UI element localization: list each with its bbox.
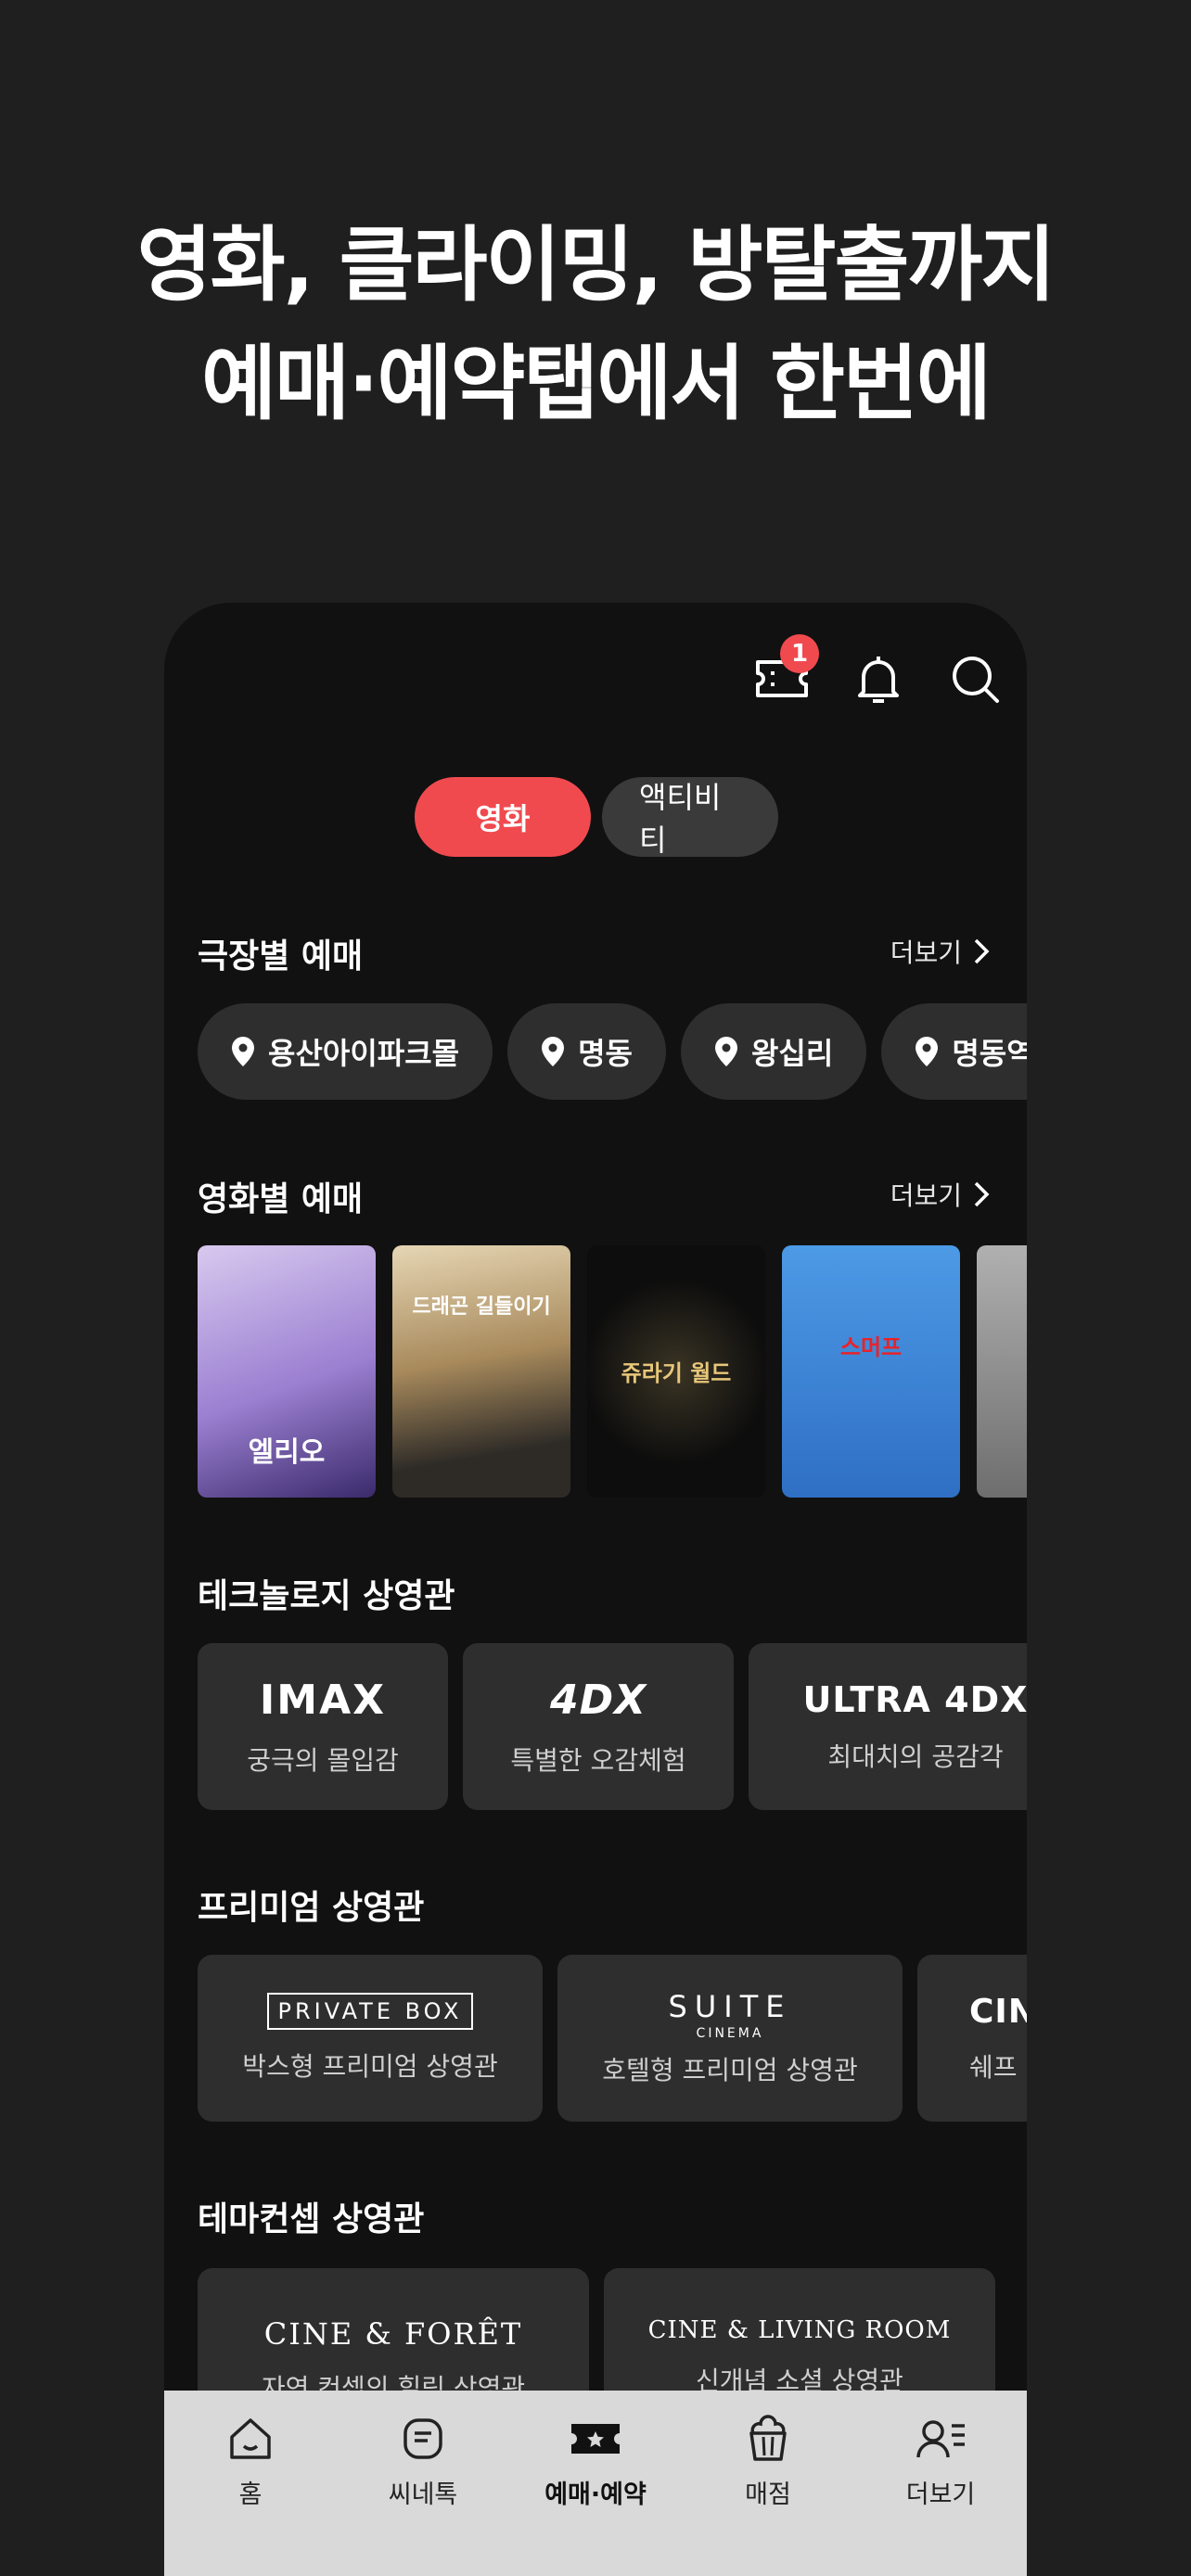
cine-living-room-logo: CINE & LIVING ROOM: [647, 2316, 952, 2344]
suite-logo-sub: CINEMA: [696, 2026, 764, 2041]
poster-title: 쥬라기 월드: [621, 1360, 732, 1386]
movie-poster[interactable]: 엘리오: [198, 1245, 376, 1498]
bottom-tab-bar: 홈 씨네톡 예매·예약 매점 더보기: [164, 2391, 1027, 2576]
tech-cards: IMAX 궁극의 몰입감 4DX 특별한 오감체험 ULTRA 4DX 최대치의…: [198, 1643, 1027, 1810]
poster-title: 드래곤 길들이기: [412, 1295, 551, 1319]
user-menu-icon: [916, 2420, 965, 2458]
theater-chip-label: 왕십리: [750, 1036, 834, 1071]
popcorn-icon: [749, 2415, 787, 2461]
theater-chip-label: 명동역 씨네라이브러리: [952, 1036, 1027, 1071]
chevron-right-icon: [974, 938, 990, 964]
tab-store[interactable]: 매점: [682, 2391, 854, 2576]
theater-chips: 용산아이파크몰 명동 왕십리 명동역 씨네라이브러리: [198, 1003, 1027, 1100]
top-icon-bar: 1: [752, 634, 1005, 708]
movie-poster[interactable]: 쥬라기 월드: [587, 1245, 765, 1498]
segment-activity[interactable]: 액티비티: [602, 777, 778, 858]
ultra-4dx-logo: ULTRA 4DX: [802, 1679, 1027, 1720]
tech-card-4dx[interactable]: 4DX 특별한 오감체험: [463, 1643, 734, 1810]
theater-more-label: 더보기: [890, 937, 962, 968]
theater-chip[interactable]: 명동역 씨네라이브러리: [881, 1003, 1027, 1100]
movie-more-label: 더보기: [890, 1180, 962, 1211]
premium-card-partial[interactable]: CIN 쉐프: [917, 1955, 1027, 2122]
location-pin-icon: [542, 1037, 565, 1066]
movie-section-title: 영화별 예매: [198, 1180, 364, 1218]
premium-card-sub: 호텔형 프리미엄 상영관: [602, 2055, 858, 2085]
premium-card-private-box[interactable]: PRIVATE BOX 박스형 프리미엄 상영관: [198, 1955, 543, 2122]
location-pin-icon: [714, 1037, 737, 1066]
search-button[interactable]: [945, 649, 1005, 708]
tab-booking-label: 예매·예약: [544, 2480, 647, 2509]
cine-foret-logo: CINE & FORÊT: [263, 2316, 523, 2352]
tech-card-sub: 최대치의 공감각: [827, 1741, 1004, 1772]
category-segment: 영화 액티비티: [415, 777, 778, 858]
tech-card-sub: 궁극의 몰입감: [247, 1744, 399, 1776]
segment-movie[interactable]: 영화: [415, 777, 591, 857]
chevron-right-icon: [974, 1181, 990, 1207]
tech-card-imax[interactable]: IMAX 궁극의 몰입감: [198, 1643, 448, 1810]
premium-section-title: 프리미엄 상영관: [198, 1889, 425, 1927]
tech-card-sub: 특별한 오감체험: [510, 1744, 686, 1776]
poster-title: 스머프: [839, 1334, 903, 1360]
tab-cinetalk[interactable]: 씨네톡: [337, 2391, 509, 2576]
theater-chip[interactable]: 왕십리: [680, 1003, 867, 1100]
location-pin-icon: [232, 1037, 254, 1066]
tab-home-label: 홈: [238, 2480, 263, 2509]
movie-poster[interactable]: [977, 1245, 1027, 1498]
premium-card-suite[interactable]: SUITE CINEMA 호텔형 프리미엄 상영관: [557, 1955, 903, 2122]
theater-more-link[interactable]: 더보기: [890, 933, 990, 970]
cine-logo: CIN: [969, 1992, 1027, 2031]
premium-card-sub: 박스형 프리미엄 상영관: [242, 2051, 498, 2082]
theater-chip-label: 용산아이파크몰: [268, 1036, 460, 1071]
theater-chip[interactable]: 용산아이파크몰: [198, 1003, 493, 1100]
search-icon: [953, 657, 999, 703]
movie-poster-row: 엘리오 드래곤 길들이기 쥬라기 월드 스머프: [198, 1245, 1027, 1498]
tech-card-ultra-4dx[interactable]: ULTRA 4DX 최대치의 공감각: [749, 1643, 1027, 1810]
tab-more[interactable]: 더보기: [854, 2391, 1027, 2576]
ticket-button[interactable]: 1: [752, 634, 819, 708]
headline-line2: 예매·예약탭에서 한번에: [201, 336, 992, 431]
tab-home[interactable]: 홈: [164, 2391, 337, 2576]
imax-logo: IMAX: [259, 1676, 387, 1724]
headline-line1: 영화, 클라이밍, 방탈출까지: [136, 217, 1057, 312]
theme-section-title: 테마컨셉 상영관: [198, 2200, 425, 2238]
notification-button[interactable]: [849, 649, 908, 708]
tab-booking[interactable]: 예매·예약: [509, 2391, 682, 2576]
promo-headline: 영화, 클라이밍, 방탈출까지 예매·예약탭에서 한번에: [0, 206, 1191, 443]
location-pin-icon: [916, 1037, 939, 1066]
ticket-star-icon: [571, 2424, 620, 2454]
ticket-badge: 1: [780, 634, 819, 673]
theater-chip[interactable]: 명동: [507, 1003, 666, 1100]
suite-logo: SUITE: [668, 1989, 792, 2024]
bell-icon: [858, 657, 899, 703]
movie-more-link[interactable]: 더보기: [890, 1176, 990, 1213]
movie-poster[interactable]: 스머프: [782, 1245, 960, 1498]
movie-poster[interactable]: 드래곤 길들이기: [392, 1245, 570, 1498]
tab-store-label: 매점: [745, 2480, 791, 2509]
cinetalk-icon: [403, 2418, 442, 2459]
theater-section-title: 극장별 예매: [198, 937, 364, 976]
tech-section-title: 테크놀로지 상영관: [198, 1577, 455, 1615]
premium-card-sub: 쉐프: [969, 2051, 1018, 2083]
private-box-logo: PRIVATE BOX: [266, 1993, 474, 2030]
poster-title: 엘리오: [248, 1436, 326, 1469]
tab-cinetalk-label: 씨네톡: [388, 2480, 458, 2509]
tab-more-label: 더보기: [905, 2480, 976, 2509]
home-icon: [230, 2418, 271, 2459]
theater-chip-label: 명동: [578, 1036, 633, 1071]
phone-screen: 1 영화 액티비티 극장별 예매 더보기 용산아이파크몰 명동 왕십리 명동역 …: [164, 603, 1027, 2576]
premium-cards: PRIVATE BOX 박스형 프리미엄 상영관 SUITE CINEMA 호텔…: [198, 1955, 1027, 2122]
4dx-logo: 4DX: [549, 1676, 647, 1724]
